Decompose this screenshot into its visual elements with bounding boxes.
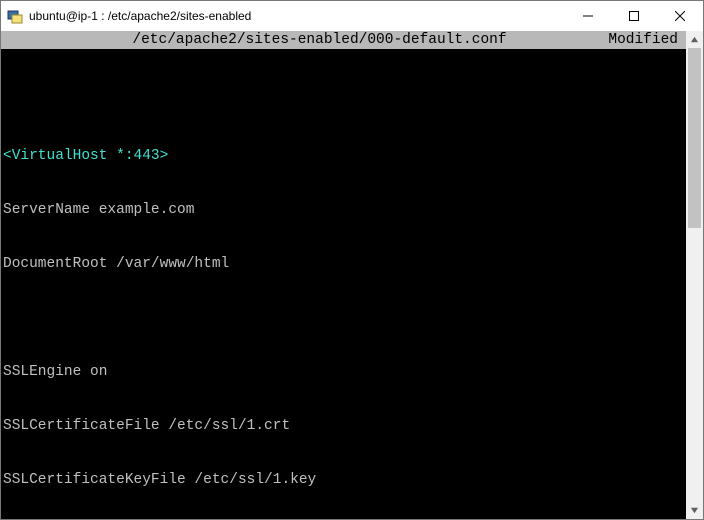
editor-line bbox=[3, 93, 686, 111]
editor-line: ServerName example.com bbox=[3, 201, 686, 219]
minimize-button[interactable] bbox=[565, 1, 611, 31]
titlebar[interactable]: ubuntu@ip-1 : /etc/apache2/sites-enabled bbox=[1, 1, 703, 31]
statusbar-filepath: /etc/apache2/sites-enabled/000-default.c… bbox=[63, 31, 576, 49]
editor-line: SSLCertificateFile /etc/ssl/1.crt bbox=[3, 417, 686, 435]
editor-line bbox=[3, 309, 686, 327]
putty-icon bbox=[7, 8, 23, 24]
editor-body[interactable]: <VirtualHost *:443> ServerName example.c… bbox=[1, 49, 686, 520]
putty-window: ubuntu@ip-1 : /etc/apache2/sites-enabled… bbox=[0, 0, 704, 520]
scroll-thumb[interactable] bbox=[688, 48, 701, 228]
editor-line: <VirtualHost *:443> bbox=[3, 147, 686, 165]
window-title: ubuntu@ip-1 : /etc/apache2/sites-enabled bbox=[29, 9, 251, 23]
scroll-down-icon[interactable] bbox=[686, 502, 703, 519]
terminal-area[interactable]: /etc/apache2/sites-enabled/000-default.c… bbox=[1, 31, 686, 519]
scroll-up-icon[interactable] bbox=[686, 31, 703, 48]
nano-statusbar: /etc/apache2/sites-enabled/000-default.c… bbox=[1, 31, 686, 49]
editor-line: SSLCertificateKeyFile /etc/ssl/1.key bbox=[3, 471, 686, 489]
scroll-track[interactable] bbox=[686, 48, 703, 502]
vertical-scrollbar[interactable] bbox=[686, 31, 703, 519]
editor-line: SSLEngine on bbox=[3, 363, 686, 381]
editor-line: DocumentRoot /var/www/html bbox=[3, 255, 686, 273]
maximize-button[interactable] bbox=[611, 1, 657, 31]
statusbar-modified: Modified bbox=[576, 31, 686, 49]
close-button[interactable] bbox=[657, 1, 703, 31]
